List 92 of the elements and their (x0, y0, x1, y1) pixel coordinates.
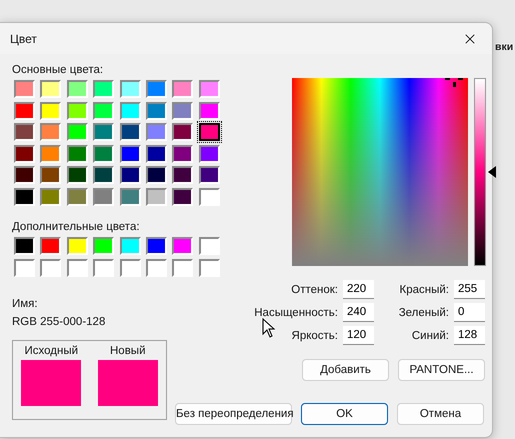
value-field[interactable]: 240 (343, 303, 374, 322)
color-swatch[interactable] (14, 102, 35, 120)
dialog-button[interactable]: PANTONE... (398, 359, 485, 381)
color-swatch[interactable] (93, 166, 114, 184)
slider-arrow[interactable] (488, 166, 496, 178)
color-swatch[interactable] (66, 166, 88, 184)
field-label: Яркость: (290, 330, 338, 342)
color-swatch[interactable] (93, 258, 114, 276)
color-swatch[interactable] (146, 123, 167, 141)
color-swatch[interactable] (172, 166, 194, 184)
color-swatch[interactable] (66, 144, 88, 162)
value-field[interactable]: 220 (343, 280, 374, 299)
name-label: Имя: (12, 298, 39, 310)
preview-label: Новый (110, 345, 146, 357)
color-swatch[interactable] (146, 258, 167, 276)
color-swatch[interactable] (120, 188, 141, 206)
color-swatch[interactable] (40, 102, 62, 120)
color-swatch[interactable] (146, 166, 167, 184)
color-swatch[interactable] (40, 166, 62, 184)
dialog-button[interactable]: OK (301, 403, 388, 425)
color-swatch[interactable] (172, 237, 194, 255)
window-title: Цвет (10, 32, 37, 46)
dialog-button[interactable]: Без переопределения (175, 403, 292, 425)
color-swatch[interactable] (14, 188, 35, 206)
color-swatch[interactable] (93, 80, 114, 98)
color-swatch[interactable] (198, 144, 220, 162)
color-swatch[interactable] (14, 123, 35, 141)
field-label: Оттенок: (290, 284, 338, 296)
color-swatch[interactable] (66, 102, 88, 120)
color-swatch[interactable] (172, 102, 194, 120)
color-swatch[interactable] (172, 144, 194, 162)
field-label: Насыщенность: (254, 306, 338, 318)
color-swatch[interactable] (198, 102, 220, 120)
color-swatch[interactable] (146, 80, 167, 98)
color-swatch[interactable] (40, 188, 62, 206)
color-swatch[interactable] (40, 237, 62, 255)
color-swatch[interactable] (120, 144, 141, 162)
preview-label: Исходный (24, 345, 78, 357)
color-swatch[interactable] (14, 258, 35, 276)
color-swatch[interactable] (66, 237, 88, 255)
field-label: Синий: (410, 330, 449, 342)
value-field[interactable]: 255 (454, 280, 485, 299)
color-swatch[interactable] (120, 258, 141, 276)
color-swatch[interactable] (66, 188, 88, 206)
color-swatch[interactable] (120, 123, 141, 141)
color-swatch[interactable] (172, 80, 194, 98)
color-swatch[interactable] (172, 188, 194, 206)
color-swatch[interactable] (120, 237, 141, 255)
color-swatch[interactable] (40, 258, 62, 276)
color-swatch[interactable] (66, 123, 88, 141)
color-swatch[interactable] (198, 188, 220, 206)
color-swatch[interactable] (198, 80, 220, 98)
dialog-button[interactable]: Отмена (397, 403, 484, 425)
field-label: Красный: (398, 284, 449, 296)
color-swatch[interactable] (66, 80, 88, 98)
color-swatch[interactable] (14, 166, 35, 184)
color-swatch[interactable] (40, 123, 62, 141)
color-swatch[interactable] (146, 102, 167, 120)
color-swatch[interactable] (14, 237, 35, 255)
color-swatch[interactable] (93, 102, 114, 120)
color-swatch[interactable] (93, 237, 114, 255)
color-swatch[interactable] (14, 80, 35, 98)
color-swatch[interactable] (93, 123, 114, 141)
color-swatch[interactable] (146, 144, 167, 162)
color-swatch[interactable] (198, 166, 220, 184)
value-field[interactable]: 120 (343, 326, 374, 345)
color-swatch[interactable] (66, 258, 88, 276)
color-swatch[interactable] (120, 166, 141, 184)
dialog-button[interactable]: Добавить (302, 359, 389, 381)
color-name: RGB 255-000-128 (12, 316, 106, 328)
color-swatch[interactable] (198, 237, 220, 255)
section-label: Основные цвета: (12, 64, 104, 76)
value-field[interactable]: 128 (454, 326, 485, 345)
color-swatch[interactable] (172, 258, 194, 276)
color-swatch[interactable] (40, 144, 62, 162)
color-spectrum[interactable] (292, 78, 468, 266)
tab-label: вки (495, 41, 514, 53)
color-swatch[interactable] (198, 123, 220, 141)
color-swatch[interactable] (93, 188, 114, 206)
cursor-icon (262, 318, 276, 338)
color-swatch[interactable] (198, 258, 220, 276)
color-swatch[interactable] (146, 188, 167, 206)
color-swatch[interactable] (146, 237, 167, 255)
color-swatch[interactable] (93, 144, 114, 162)
color-swatch[interactable] (120, 102, 141, 120)
section-label: Дополнительные цвета: (12, 221, 141, 233)
color-swatch[interactable] (172, 123, 194, 141)
value-field[interactable]: 0 (454, 303, 485, 322)
color-swatch[interactable] (14, 144, 35, 162)
color-swatch[interactable] (40, 80, 62, 98)
color-swatch[interactable] (120, 80, 141, 98)
field-label: Зеленый: (398, 306, 449, 318)
